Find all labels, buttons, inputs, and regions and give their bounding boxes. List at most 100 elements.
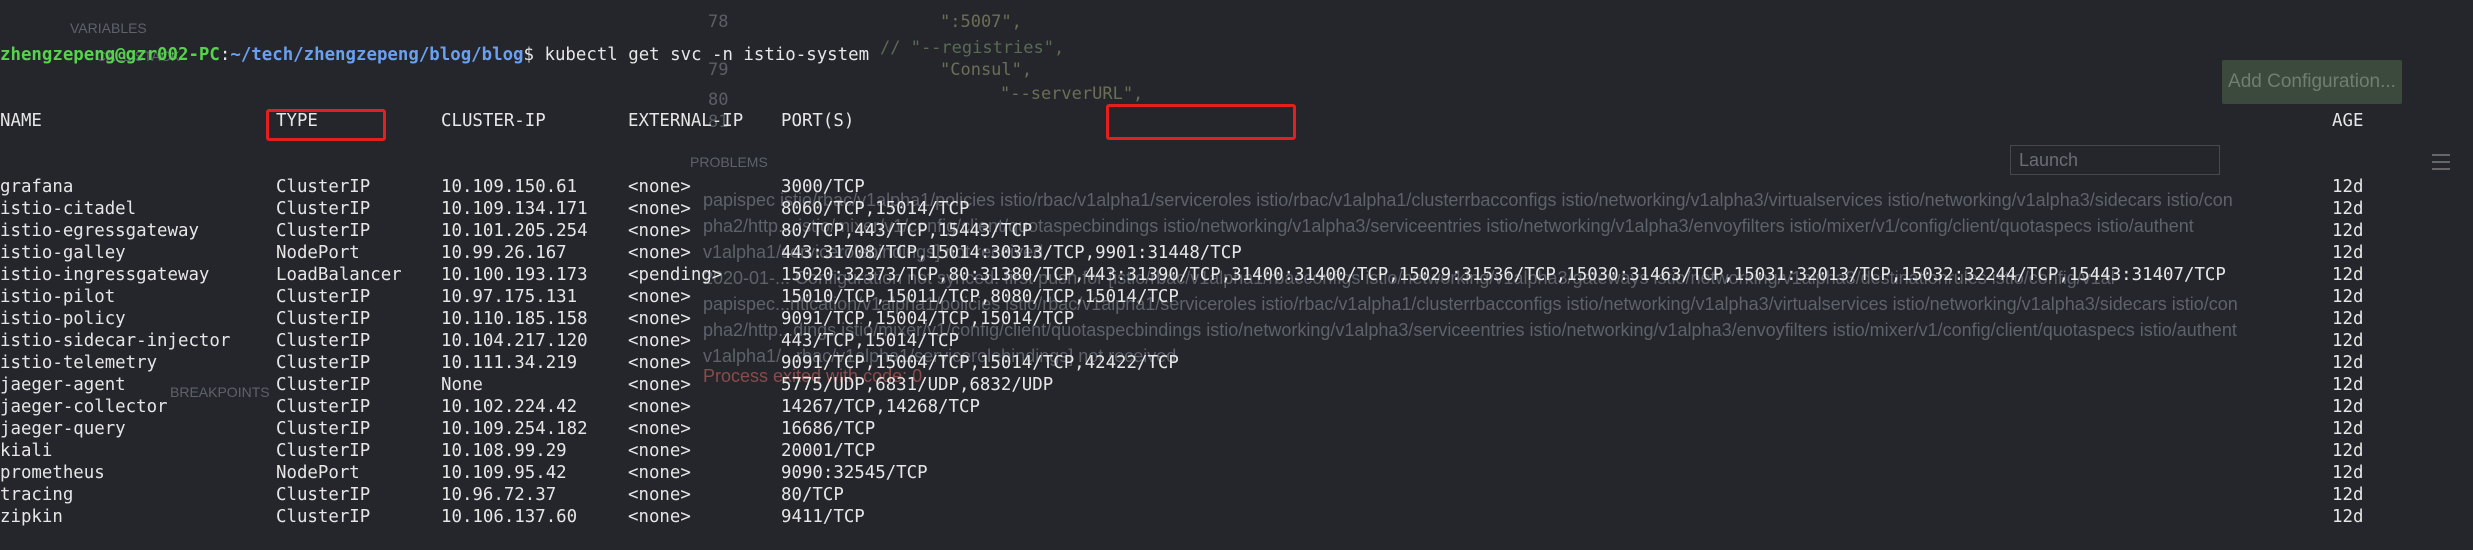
cell-ports: 3000/TCP <box>781 177 865 197</box>
header-name: NAME <box>0 111 42 131</box>
cell-external-ip: <none> <box>628 353 691 373</box>
cell-external-ip: <none> <box>628 485 691 505</box>
add-configuration-button[interactable]: Add Configuration... <box>2222 60 2402 104</box>
table-row: istio-policy ClusterIP 10.110.185.158 <none… <box>0 308 2363 330</box>
cell-external-ip: <none> <box>628 309 691 329</box>
cell-name: istio-galley <box>0 243 126 263</box>
cell-cluster-ip: 10.109.254.182 <box>441 419 588 439</box>
cell-age: 12d <box>2332 265 2364 285</box>
prompt-colon: : <box>219 45 231 65</box>
cell-name: jaeger-agent <box>0 375 126 395</box>
cell-external-ip: <none> <box>628 419 691 439</box>
cell-external-ip: <none> <box>628 463 691 483</box>
cell-ports: 80/TCP,443/TCP,15443/TCP <box>781 221 1033 241</box>
cell-type: ClusterIP <box>276 419 371 439</box>
cell-type: ClusterIP <box>276 375 371 395</box>
cell-type: ClusterIP <box>276 397 371 417</box>
cell-type: ClusterIP <box>276 353 371 373</box>
cell-ports: 15010/TCP,15011/TCP,8080/TCP,15014/TCP <box>781 287 1179 307</box>
cell-name: istio-sidecar-injector <box>0 331 231 351</box>
cell-ports: 16686/TCP <box>781 419 876 439</box>
cell-age: 12d <box>2332 221 2364 241</box>
cell-ports: 443/TCP,15014/TCP <box>781 331 959 351</box>
table-row: istio-telemetry ClusterIP 10.111.34.219 <no… <box>0 352 2363 374</box>
header-external-ip: EXTERNAL-IP <box>628 111 744 131</box>
cell-cluster-ip: 10.106.137.60 <box>441 507 578 527</box>
cell-age: 12d <box>2332 485 2364 505</box>
cell-age: 12d <box>2332 353 2364 373</box>
prompt-user-host: zhengzepeng@gzr002-PC <box>0 45 220 65</box>
cell-age: 12d <box>2332 507 2364 527</box>
cell-external-ip: <none> <box>628 221 691 241</box>
cell-cluster-ip: 10.109.134.171 <box>441 199 588 219</box>
cell-age: 12d <box>2332 331 2364 351</box>
code-line: "--serverURL", <box>1000 84 1144 104</box>
code-line: "Consul", <box>940 60 1033 80</box>
cell-external-ip: <none> <box>628 287 691 307</box>
cell-type: ClusterIP <box>276 199 371 219</box>
terminal-output[interactable]: zhengzepeng@gzr002-PC:~/tech/zhengzepeng… <box>0 0 2363 550</box>
cell-external-ip: <none> <box>628 507 691 527</box>
cell-type: ClusterIP <box>276 485 371 505</box>
cell-external-ip: <pending> <box>628 265 723 285</box>
cell-cluster-ip: 10.104.217.120 <box>441 331 588 351</box>
launch-select[interactable]: Launch <box>2010 145 2220 175</box>
cell-name: tracing <box>0 485 74 505</box>
cell-name: prometheus <box>0 463 105 483</box>
cell-name: jaeger-query <box>0 419 126 439</box>
table-row: grafana ClusterIP 10.109.150.61 <none> 3000/… <box>0 176 2363 198</box>
cell-type: LoadBalancer <box>276 265 402 285</box>
cell-cluster-ip: None <box>441 375 483 395</box>
header-ports: PORT(S) <box>781 111 855 131</box>
highlight-port-9901 <box>1106 104 1296 140</box>
cell-age: 12d <box>2332 463 2364 483</box>
cell-ports: 20001/TCP <box>781 441 876 461</box>
cell-cluster-ip: 10.99.26.167 <box>441 243 567 263</box>
cell-age: 12d <box>2332 375 2364 395</box>
table-row: jaeger-collector ClusterIP 10.102.224.42 <n… <box>0 396 2363 418</box>
prompt-symbol: $ <box>523 45 545 65</box>
table-row: jaeger-agent ClusterIP None <none> 5775/UDP,… <box>0 374 2363 396</box>
prompt-path: ~/tech/zhengzepeng/blog/blog <box>230 45 524 65</box>
table-row: istio-pilot ClusterIP 10.97.175.131 <none> 1… <box>0 286 2363 308</box>
cell-ports: 9411/TCP <box>781 507 865 527</box>
cell-ports: 9090:32545/TCP <box>781 463 928 483</box>
header-cluster-ip: CLUSTER-IP <box>441 111 546 131</box>
cell-age: 12d <box>2332 441 2364 461</box>
table-row: istio-citadel ClusterIP 10.109.134.171 <non… <box>0 198 2363 220</box>
cell-cluster-ip: 10.108.99.29 <box>441 441 567 461</box>
cell-age: 12d <box>2332 177 2364 197</box>
code-line: ":5007", <box>940 12 1022 32</box>
cell-external-ip: <none> <box>628 243 691 263</box>
cell-external-ip: <none> <box>628 441 691 461</box>
cell-name: grafana <box>0 177 74 197</box>
cell-name: istio-egressgateway <box>0 221 199 241</box>
cell-age: 12d <box>2332 397 2364 417</box>
cell-age: 12d <box>2332 243 2364 263</box>
cell-name: istio-citadel <box>0 199 137 219</box>
cell-type: ClusterIP <box>276 507 371 527</box>
cell-name: istio-ingressgateway <box>0 265 210 285</box>
cell-ports: 443:31708/TCP,15014:30313/TCP,9901:31448… <box>781 243 1242 263</box>
cell-type: ClusterIP <box>276 177 371 197</box>
cell-external-ip: <none> <box>628 331 691 351</box>
cell-ports: 9091/TCP,15004/TCP,15014/TCP <box>781 309 1075 329</box>
cell-name: jaeger-collector <box>0 397 168 417</box>
prompt-command: kubectl get svc -n istio-system <box>544 45 870 65</box>
menu-icon[interactable] <box>2432 154 2450 170</box>
cell-type: ClusterIP <box>276 331 371 351</box>
highlight-nodeport <box>266 109 386 141</box>
table-row: istio-sidecar-injector ClusterIP 10.104.21… <box>0 330 2363 352</box>
cell-ports: 5775/UDP,6831/UDP,6832/UDP <box>781 375 1054 395</box>
cell-name: istio-policy <box>0 309 126 329</box>
cell-cluster-ip: 10.110.185.158 <box>441 309 588 329</box>
header-age: AGE <box>2332 111 2364 131</box>
cell-ports: 9091/TCP,15004/TCP,15014/TCP,42422/TCP <box>781 353 1179 373</box>
cell-name: istio-telemetry <box>0 353 158 373</box>
table-row: istio-ingressgateway LoadBalancer 10.100.1… <box>0 264 2363 286</box>
cell-cluster-ip: 10.100.193.173 <box>441 265 588 285</box>
cell-age: 12d <box>2332 309 2364 329</box>
table-row: zipkin ClusterIP 10.106.137.60 <none> 9411/T… <box>0 506 2363 528</box>
cell-external-ip: <none> <box>628 199 691 219</box>
cell-age: 12d <box>2332 419 2364 439</box>
